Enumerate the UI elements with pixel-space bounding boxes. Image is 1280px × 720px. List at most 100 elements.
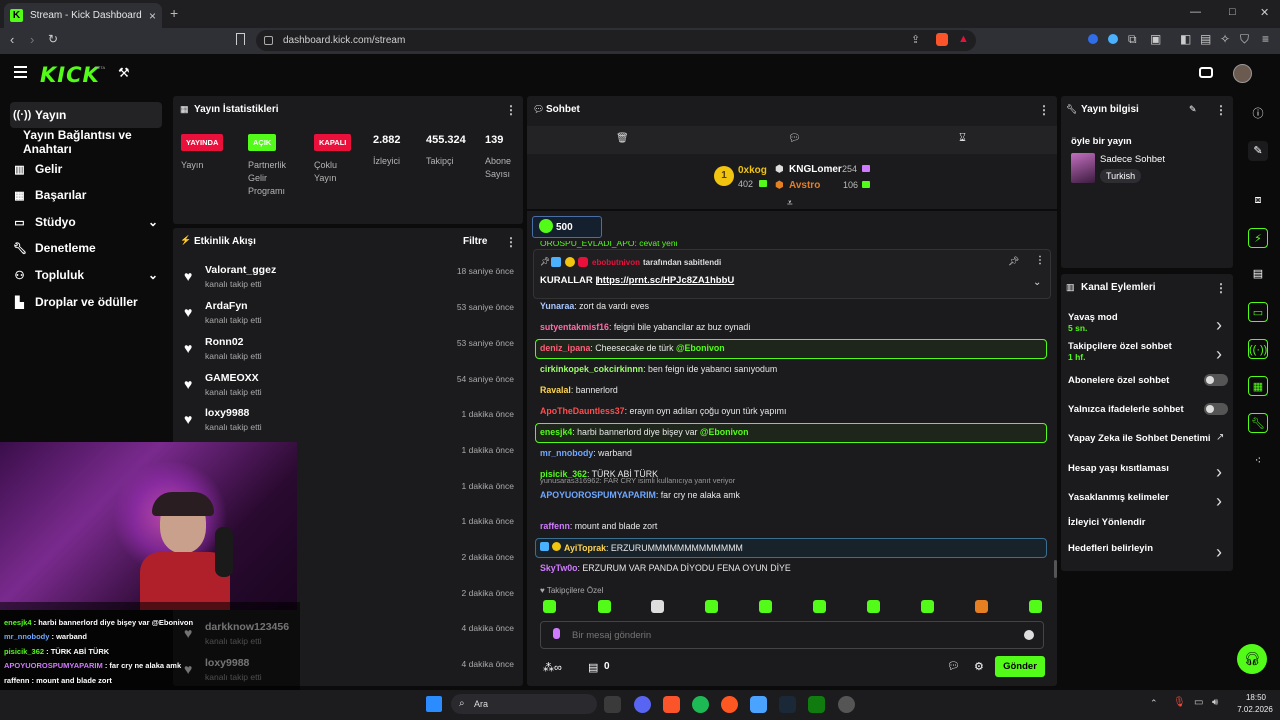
site-info-icon[interactable]	[264, 36, 273, 45]
layout-icon[interactable]: ▦	[1248, 376, 1268, 396]
pinned-link[interactable]: https://prnt.sc/HPJc8ZA1hbbU	[597, 275, 734, 286]
filter-button[interactable]: Filtre	[463, 236, 487, 247]
hamburger-menu-icon[interactable]	[14, 66, 27, 78]
reply-context[interactable]: yunusaras316962: FAR CRY isimli kullanıc…	[540, 476, 735, 485]
close-window-button[interactable]: ✕	[1260, 6, 1269, 19]
taskbar-search[interactable]	[451, 694, 597, 714]
emoji-icon[interactable]	[1024, 630, 1034, 640]
document-icon[interactable]: ▤	[1248, 264, 1268, 284]
chat-username[interactable]: deniz_ipana	[540, 343, 590, 353]
broadcast-icon[interactable]: ((·))	[1248, 339, 1268, 359]
chat-settings-icon[interactable]: 💬︎	[947, 661, 960, 672]
windows-start-icon[interactable]	[426, 696, 442, 712]
chat-icon[interactable]: ▭	[1248, 302, 1268, 322]
pinned-message[interactable]	[533, 249, 1051, 299]
channel-action-item[interactable]: Yasaklanmış kelimeler	[1068, 492, 1228, 503]
chevron-right-icon[interactable]: ›	[1216, 344, 1222, 365]
unpin-icon[interactable]: 📌︎	[1008, 256, 1019, 267]
lightning-icon[interactable]: ⚡︎	[1248, 228, 1268, 248]
sidebar-item-yayin[interactable]: ((·)) Yayın	[10, 102, 162, 128]
chevron-right-icon[interactable]: ›	[1216, 491, 1222, 512]
support-icon[interactable]: 🎧︎	[1237, 644, 1267, 674]
sidebar-item-stream-key[interactable]: Yayın Bağlantısı ve Anahtarı	[20, 128, 170, 156]
chevron-right-icon[interactable]: ›	[1216, 315, 1222, 336]
event-user[interactable]: Ronn02	[205, 336, 244, 348]
creator-mode-icon[interactable]	[1199, 67, 1213, 78]
emote-icon[interactable]	[759, 600, 772, 613]
chat-username[interactable]: ApoTheDauntless37	[540, 406, 625, 416]
emote-icon[interactable]	[651, 600, 664, 613]
chat-input[interactable]	[572, 626, 1012, 644]
chat-menu-icon[interactable]: ⋮	[1038, 103, 1050, 117]
chat-username[interactable]: cirkinkopek_cokcirkinnn	[540, 364, 643, 374]
chevron-right-icon[interactable]: ›	[1216, 462, 1222, 483]
chevron-down-icon[interactable]: ⌄	[1033, 277, 1041, 288]
steam-app-icon[interactable]	[604, 696, 621, 713]
hourglass-icon[interactable]: ⌛︎	[959, 132, 966, 145]
extension-icon-2[interactable]	[1108, 34, 1118, 44]
minimize-button[interactable]: —	[1190, 6, 1201, 18]
chevron-right-icon[interactable]: ›	[1216, 542, 1222, 563]
reader-icon[interactable]: ▣	[1150, 32, 1161, 46]
wrench-icon[interactable]: 🔧︎	[1248, 413, 1268, 433]
obs-icon[interactable]	[838, 696, 855, 713]
stream-info-menu-icon[interactable]: ⋮	[1215, 103, 1227, 117]
activity-menu-icon[interactable]: ⋮	[505, 235, 517, 249]
chat-username[interactable]: Yunaraa	[540, 301, 574, 311]
share-icon[interactable]: ⇪	[911, 33, 920, 46]
leader-name-2[interactable]: KNGLomer	[789, 164, 842, 175]
reload-icon[interactable]: ↻	[48, 32, 58, 46]
leader-name-1[interactable]: 0xkog	[738, 165, 767, 176]
mic-tray-icon[interactable]: 🎙︎	[1173, 697, 1186, 708]
xbox-icon[interactable]	[808, 696, 825, 713]
chat-scrollbar[interactable]	[1054, 560, 1057, 578]
channel-action-item[interactable]: Takipçilere özel sohbet 1 hf.	[1068, 341, 1228, 362]
close-tab-icon[interactable]: ×	[149, 9, 156, 23]
edit-icon[interactable]: ✎	[1189, 104, 1197, 115]
chat-username[interactable]: raffenn	[540, 521, 570, 531]
channel-action-item[interactable]: İzleyici Yönlendir	[1068, 517, 1228, 528]
emote-icon[interactable]	[598, 600, 611, 613]
sidebar-item-topluluk[interactable]: ⚇ Topluluk ⌄	[10, 262, 162, 288]
browser-tab[interactable]: K Stream - Kick Dashboard ×	[4, 3, 162, 28]
nodes-icon[interactable]: ⁖	[1248, 451, 1268, 471]
emote-icon[interactable]	[867, 600, 880, 613]
tools-icon[interactable]: ⚒	[118, 65, 130, 81]
network-icon[interactable]: ▭	[1194, 697, 1203, 708]
channel-points-icon[interactable]: ⁂∞	[543, 661, 562, 674]
emote-icon[interactable]	[705, 600, 718, 613]
bookmark-icon[interactable]	[236, 33, 245, 45]
scan-icon[interactable]: ⧈	[1248, 190, 1268, 210]
chat-username[interactable]: SkyTw0o	[540, 563, 577, 573]
extension-icon[interactable]	[1088, 34, 1098, 44]
menu-icon[interactable]: ≡	[1262, 32, 1269, 46]
chat-username[interactable]: Ravalal	[540, 385, 571, 395]
chat-username[interactable]: enesjk4	[540, 427, 572, 437]
leader-name-3[interactable]: Avstro	[789, 180, 820, 191]
category-name[interactable]: Sadece Sohbet	[1100, 154, 1165, 165]
forward-icon[interactable]: ›	[30, 32, 34, 47]
language-tag[interactable]: Turkish	[1100, 169, 1142, 183]
send-button[interactable]: Gönder	[995, 656, 1045, 677]
sidebar-item-denetleme[interactable]: 🔧︎ Denetleme	[10, 235, 162, 261]
rewards-icon[interactable]: ▲	[958, 33, 969, 45]
url-field[interactable]: dashboard.kick.com/stream	[256, 30, 976, 51]
avatar[interactable]	[1233, 64, 1252, 83]
emote-icon[interactable]	[813, 600, 826, 613]
event-user[interactable]: Valorant_ggez	[205, 264, 276, 276]
trash-icon[interactable]: 🗑︎	[616, 133, 629, 144]
gear-icon[interactable]: ⚙	[974, 660, 984, 673]
channel-actions-menu-icon[interactable]: ⋮	[1215, 281, 1227, 295]
sidebar-item-studyo[interactable]: ▭ Stüdyo ⌄	[10, 209, 162, 235]
channel-action-item[interactable]: Hedefleri belirleyin	[1068, 543, 1228, 554]
expand-leaderboard-icon[interactable]: ⩡	[787, 198, 793, 209]
external-link-icon[interactable]: ↗	[1216, 432, 1224, 443]
app-icon-2[interactable]	[750, 696, 767, 713]
chat-username[interactable]: sutyentakmisf16	[540, 322, 609, 332]
edit-icon[interactable]: ✎	[1248, 141, 1268, 161]
channel-action-item[interactable]: Hesap yaşı kısıtlaması	[1068, 463, 1228, 474]
event-user[interactable]: ArdaFyn	[205, 300, 248, 312]
chat-username[interactable]: APOYUOROSPUMYAPARIM	[540, 490, 656, 500]
emote-icon[interactable]	[975, 600, 988, 613]
channel-action-item[interactable]: Yapay Zeka ile Sohbet Denetimi	[1068, 433, 1228, 444]
